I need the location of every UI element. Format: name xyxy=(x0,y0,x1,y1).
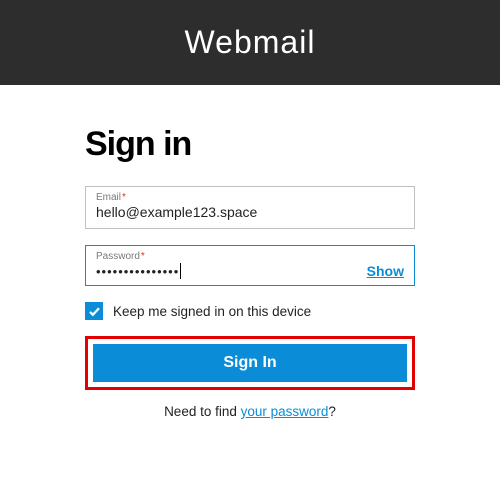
signin-button[interactable]: Sign In xyxy=(93,344,407,382)
password-label: Password* xyxy=(96,251,404,262)
signin-button-highlight: Sign In xyxy=(85,336,415,390)
email-input[interactable] xyxy=(96,204,404,220)
password-field-wrap[interactable]: Password* ••••••••••••••• Show xyxy=(85,245,415,286)
show-password-button[interactable]: Show xyxy=(367,263,404,279)
checkmark-icon xyxy=(88,305,101,318)
required-asterisk: * xyxy=(122,192,126,203)
email-label: Email* xyxy=(96,192,404,203)
app-title: Webmail xyxy=(185,24,316,60)
email-field-wrap[interactable]: Email* xyxy=(85,186,415,229)
required-asterisk: * xyxy=(141,251,145,262)
keep-signed-label: Keep me signed in on this device xyxy=(113,304,311,319)
signin-heading: Sign in xyxy=(85,125,415,164)
password-input[interactable]: ••••••••••••••• xyxy=(96,263,181,279)
keep-signed-checkbox[interactable] xyxy=(85,302,103,320)
keep-signed-row: Keep me signed in on this device xyxy=(85,302,415,320)
footer-text: Need to find your password? xyxy=(85,404,415,419)
text-cursor xyxy=(180,263,181,279)
find-password-link[interactable]: your password xyxy=(241,404,329,419)
app-header: Webmail xyxy=(0,0,500,85)
signin-container: Sign in Email* Password* •••••••••••••••… xyxy=(0,85,500,419)
